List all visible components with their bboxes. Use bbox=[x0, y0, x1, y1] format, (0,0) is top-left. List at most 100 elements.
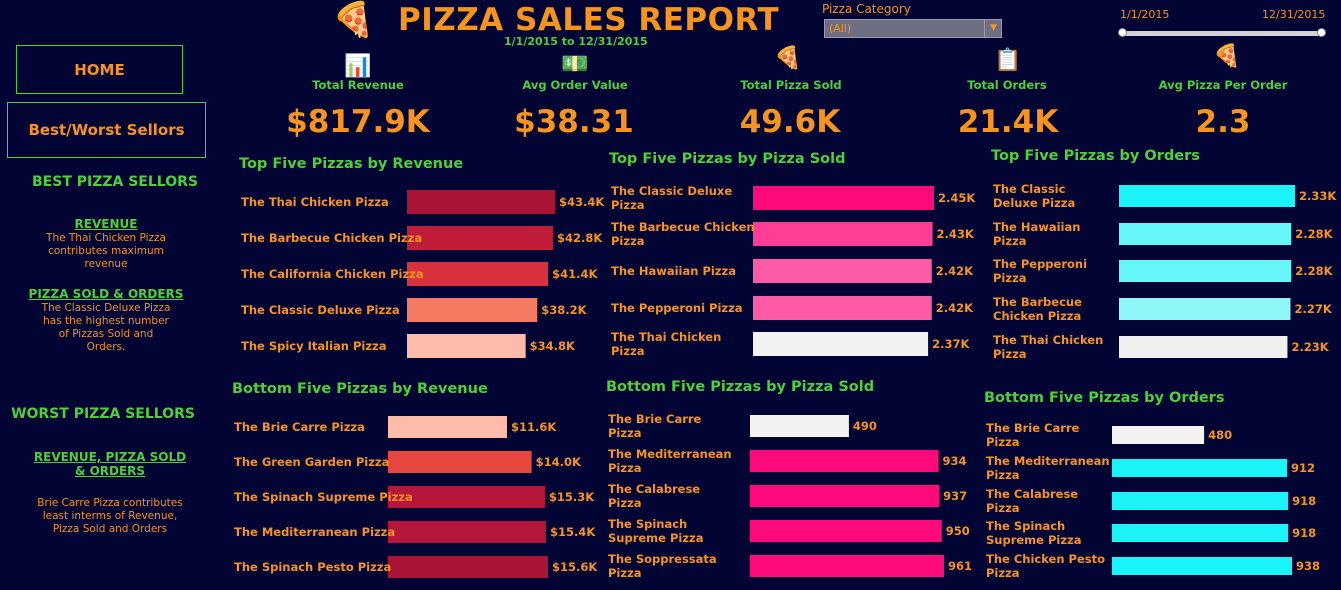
data-label: 2.33K bbox=[1299, 189, 1337, 203]
bar[interactable] bbox=[753, 259, 932, 283]
bar[interactable] bbox=[407, 334, 526, 358]
bar[interactable] bbox=[388, 521, 546, 543]
kpi-value: 2.3 bbox=[1195, 104, 1251, 140]
logo-pizza-icon: 🍕 bbox=[332, 0, 375, 40]
bar[interactable] bbox=[750, 450, 939, 472]
revenue-link[interactable]: REVENUE bbox=[20, 217, 192, 231]
category-filter-label: Pizza Category bbox=[822, 2, 911, 16]
category-label: The Spinach Supreme Pizza bbox=[986, 519, 1081, 547]
category-label: The Hawaiian Pizza bbox=[993, 220, 1080, 248]
bar[interactable] bbox=[388, 416, 507, 438]
bar[interactable] bbox=[750, 555, 944, 577]
date-end-label: 12/31/2015 bbox=[1262, 8, 1326, 21]
data-label: 2.28K bbox=[1295, 264, 1333, 278]
chart-title: Top Five Pizzas by Revenue bbox=[239, 156, 464, 172]
bar[interactable] bbox=[1112, 492, 1289, 510]
bar[interactable] bbox=[1119, 223, 1292, 245]
data-label: 918 bbox=[1292, 494, 1316, 508]
bar[interactable] bbox=[1119, 185, 1295, 207]
category-label: The Classic Deluxe Pizza bbox=[993, 182, 1075, 210]
bar[interactable] bbox=[407, 298, 538, 322]
date-range-subtitle: 1/1/2015 to 12/31/2015 bbox=[504, 35, 648, 48]
bar[interactable] bbox=[753, 296, 932, 320]
bar[interactable] bbox=[1112, 426, 1205, 444]
data-label: 2.42K bbox=[936, 264, 974, 278]
data-label: 961 bbox=[948, 559, 972, 573]
data-label: $42.8K bbox=[557, 231, 603, 245]
data-label: 2.23K bbox=[1291, 340, 1329, 354]
category-label: The Classic Deluxe Pizza bbox=[241, 303, 400, 317]
bar[interactable] bbox=[388, 486, 545, 508]
best-worst-button[interactable]: Best/Worst Sellors bbox=[7, 102, 206, 158]
date-start-label: 1/1/2015 bbox=[1120, 8, 1170, 21]
chart-title: Top Five Pizzas by Pizza Sold bbox=[609, 151, 846, 167]
bar[interactable] bbox=[753, 222, 933, 246]
data-label: $15.3K bbox=[549, 490, 595, 504]
kpi-value: 21.4K bbox=[957, 104, 1059, 140]
category-label: The Spinach Supreme Pizza bbox=[608, 517, 703, 545]
data-label: $15.6K bbox=[552, 560, 598, 574]
page-title: PIZZA SALES REPORT bbox=[398, 2, 780, 38]
category-label: The Classic Deluxe Pizza bbox=[611, 184, 732, 212]
category-label: The Hawaiian Pizza bbox=[611, 264, 736, 278]
chevron-down-icon[interactable]: ▼ bbox=[984, 19, 1002, 38]
bar[interactable] bbox=[753, 332, 929, 356]
pizza-slice-icon: 🍕 bbox=[774, 46, 802, 71]
kpi-label: Total Pizza Sold bbox=[740, 78, 842, 92]
category-label: The Brie Carre Pizza bbox=[986, 421, 1080, 449]
kpi-label: Total Orders bbox=[967, 78, 1047, 92]
data-label: 490 bbox=[853, 419, 877, 433]
category-label: The Spinach Supreme Pizza bbox=[234, 490, 413, 504]
category-label: The Mediterranean Pizza bbox=[234, 525, 395, 539]
bar[interactable] bbox=[407, 190, 555, 214]
category-label: The Thai Chicken Pizza bbox=[993, 333, 1103, 361]
worst-sellers-link[interactable]: REVENUE, PIZZA SOLD & ORDERS bbox=[30, 450, 190, 478]
data-label: 938 bbox=[1296, 559, 1320, 573]
bar[interactable] bbox=[1119, 260, 1292, 282]
bar[interactable] bbox=[1112, 459, 1288, 477]
category-filter-select[interactable]: (All) bbox=[824, 19, 1002, 38]
category-label: The Brie Carre Pizza bbox=[608, 412, 702, 440]
category-label: The Brie Carre Pizza bbox=[234, 420, 365, 434]
bar[interactable] bbox=[750, 415, 849, 437]
bar[interactable] bbox=[407, 226, 553, 250]
category-label: The Pepperoni Pizza bbox=[611, 301, 743, 315]
data-label: $43.4K bbox=[559, 195, 605, 209]
category-label: The Barbecue Chicken Pizza bbox=[993, 295, 1082, 323]
bar[interactable] bbox=[1112, 557, 1292, 575]
bar[interactable] bbox=[750, 485, 940, 507]
kpi-value: $817.9K bbox=[286, 104, 430, 140]
bar[interactable] bbox=[750, 520, 942, 542]
data-label: 2.27K bbox=[1294, 302, 1332, 316]
slider-end-handle[interactable] bbox=[1317, 28, 1326, 37]
data-label: $38.2K bbox=[541, 303, 587, 317]
data-label: 2.28K bbox=[1295, 227, 1333, 241]
category-label: The Soppressata Pizza bbox=[608, 552, 717, 580]
chart-title: Top Five Pizzas by Orders bbox=[991, 148, 1200, 164]
data-label: $11.6K bbox=[511, 420, 557, 434]
slider-start-handle[interactable] bbox=[1118, 28, 1127, 37]
bar[interactable] bbox=[1119, 298, 1291, 320]
category-label: The Calabrese Pizza bbox=[986, 487, 1078, 515]
sold-orders-link[interactable]: PIZZA SOLD & ORDERS bbox=[20, 287, 192, 301]
data-label: $14.0K bbox=[536, 455, 582, 469]
date-range-slider[interactable] bbox=[1122, 31, 1322, 36]
bar[interactable] bbox=[388, 451, 532, 473]
bar[interactable] bbox=[407, 262, 549, 286]
bar[interactable] bbox=[1119, 336, 1288, 358]
kpi-value: $38.31 bbox=[514, 104, 634, 140]
category-label: The Spinach Pesto Pizza bbox=[234, 560, 391, 574]
data-label: 934 bbox=[943, 454, 967, 468]
chart-title: Bottom Five Pizzas by Orders bbox=[984, 390, 1225, 406]
home-button[interactable]: HOME bbox=[16, 45, 183, 94]
category-label: The Barbecue Chicken Pizza bbox=[241, 231, 422, 245]
data-label: 480 bbox=[1208, 428, 1232, 442]
kpi-value: 49.6K bbox=[739, 104, 841, 140]
category-label: The Mediterranean Pizza bbox=[608, 447, 732, 475]
bar[interactable] bbox=[388, 556, 548, 578]
chart-title: Bottom Five Pizzas by Pizza Sold bbox=[606, 379, 875, 395]
bar[interactable] bbox=[753, 186, 934, 210]
data-label: 912 bbox=[1291, 461, 1315, 475]
bar[interactable] bbox=[1112, 524, 1289, 542]
chart-title: Bottom Five Pizzas by Revenue bbox=[232, 381, 488, 397]
